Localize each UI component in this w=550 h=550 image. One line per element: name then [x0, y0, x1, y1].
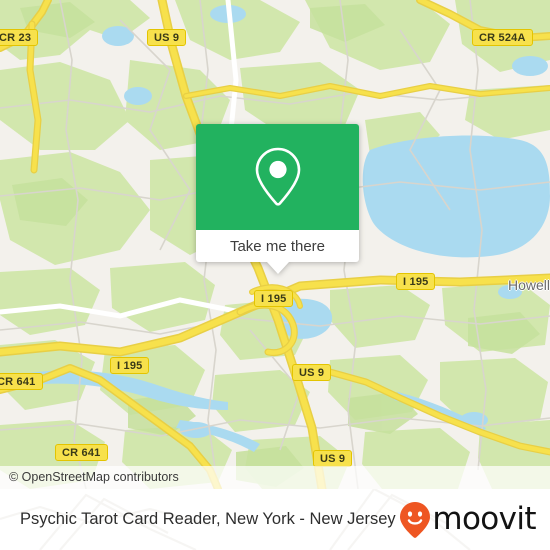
moovit-pin-smiley-icon — [400, 501, 431, 538]
map-pin-icon — [255, 147, 300, 206]
footer-bar: Psychic Tarot Card Reader, New York - Ne… — [0, 489, 550, 550]
road-shield-us-9-1[interactable]: US 9 — [147, 29, 187, 46]
road-shield-cr-641-2[interactable]: CR 641 — [55, 444, 108, 461]
road-shield-i-195-2[interactable]: I 195 — [254, 290, 294, 307]
place-label-howell: Howell — [508, 277, 550, 293]
road-shield-us-9-2[interactable]: US 9 — [292, 364, 332, 381]
map-attribution[interactable]: © OpenStreetMap contributors — [0, 466, 550, 489]
popup-tail-pointer — [266, 262, 289, 274]
take-me-there-button[interactable]: Take me there — [196, 230, 359, 262]
location-popup-card[interactable]: Take me there — [196, 124, 359, 274]
footer-content: Psychic Tarot Card Reader, New York - Ne… — [0, 489, 550, 550]
road-shield-cr-641-1[interactable]: CR 641 — [0, 373, 43, 390]
moovit-logo[interactable]: moovit — [399, 501, 537, 539]
road-shield-i-195-1[interactable]: I 195 — [396, 273, 436, 290]
moovit-wordmark: moovit — [432, 501, 536, 537]
take-me-there-label: Take me there — [229, 237, 326, 255]
road-shield-us-9-3[interactable]: US 9 — [313, 450, 353, 467]
popup-header — [196, 124, 359, 230]
moovit-location-share-card: CR 23 US 9 CR 524A I 195 I 195 I 195 CR … — [0, 0, 550, 550]
road-shield-cr-524a[interactable]: CR 524A — [472, 29, 533, 46]
road-shield-i-195-3[interactable]: I 195 — [110, 357, 150, 374]
map-canvas[interactable]: CR 23 US 9 CR 524A I 195 I 195 I 195 CR … — [0, 0, 550, 489]
location-title: Psychic Tarot Card Reader, New York - Ne… — [20, 510, 396, 528]
road-shield-cr-23[interactable]: CR 23 — [0, 29, 39, 46]
